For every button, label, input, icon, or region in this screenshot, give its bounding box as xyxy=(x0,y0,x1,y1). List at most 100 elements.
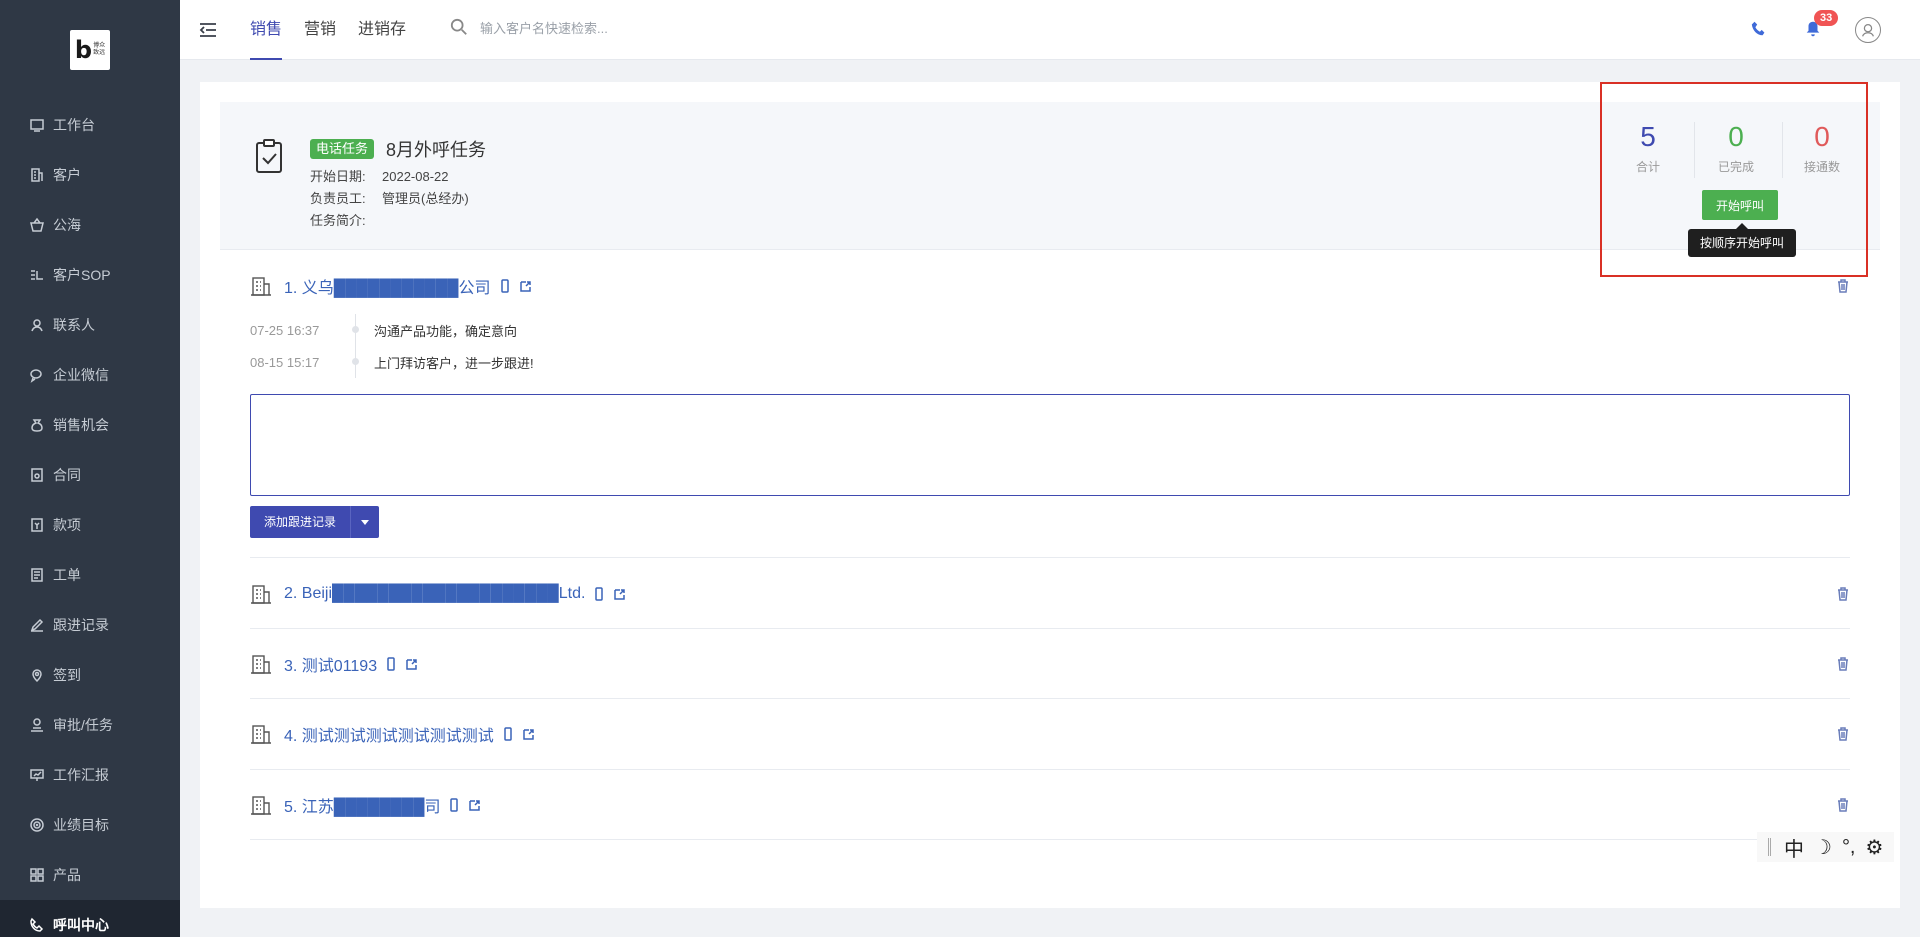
sidebar-item-0[interactable]: 工作台 xyxy=(0,100,180,150)
trash-icon[interactable] xyxy=(1836,727,1850,741)
sidebar-item-7[interactable]: 合同 xyxy=(0,450,180,500)
start-date-label: 开始日期: xyxy=(310,169,366,184)
tab-sales[interactable]: 销售 xyxy=(250,0,283,60)
notification-badge: 33 xyxy=(1814,10,1839,26)
sidebar-item-label: 呼叫中心 xyxy=(53,917,109,933)
task-meta: 开始日期: 2022-08-22 负责员工: 管理员(总经办) 任务简介: xyxy=(310,166,469,232)
followup-timeline: 07-25 16:37 沟通产品功能，确定意向 08-15 15:17 上门拜访… xyxy=(250,314,534,378)
sidebar-item-2[interactable]: 公海 xyxy=(0,200,180,250)
mobile-icon[interactable] xyxy=(448,798,460,812)
avatar[interactable] xyxy=(1855,17,1881,43)
stat-divider xyxy=(1694,122,1695,178)
customer-name[interactable]: 1. 义乌███████████公司 xyxy=(284,274,491,298)
start-call-button[interactable]: 开始呼叫 xyxy=(1702,190,1778,220)
customer-name[interactable]: 2. Beiji████████████████████Ltd. xyxy=(284,585,585,603)
followup-text: 沟通产品功能，确定意向 xyxy=(374,323,518,339)
followup-item: 07-25 16:37 沟通产品功能，确定意向 xyxy=(250,314,534,346)
sidebar-item-15[interactable]: 产品 xyxy=(0,850,180,900)
trash-icon[interactable] xyxy=(1836,798,1850,812)
add-followup-dropdown-button[interactable] xyxy=(351,506,380,538)
approval-icon xyxy=(28,716,46,734)
intro-label: 任务简介: xyxy=(310,213,366,228)
sidebar-item-label: 款项 xyxy=(53,517,81,533)
customer-item: 1. 义乌███████████公司 xyxy=(250,266,1850,306)
sidebar-item-label: 工作汇报 xyxy=(53,767,109,783)
building-icon xyxy=(250,583,272,605)
moon-icon[interactable]: ☽ xyxy=(1814,835,1832,860)
main-panel: 电话任务 8月外呼任务 开始日期: 2022-08-22 负责员工: 管理员(总经办… xyxy=(200,82,1900,908)
followup-item: 08-15 15:17 上门拜访客户，进一步跟进! xyxy=(250,346,534,378)
topbar: 销售 营销 进销存 33 xyxy=(180,0,1920,60)
logo[interactable]: b 博众 致远 xyxy=(70,30,110,70)
search-icon[interactable] xyxy=(450,18,468,39)
tab-marketing[interactable]: 营销 xyxy=(304,0,336,60)
timeline-dot xyxy=(350,314,370,346)
ime-grip[interactable] xyxy=(1768,838,1771,856)
trash-icon[interactable] xyxy=(1836,657,1850,671)
sidebar-item-label: 跟进记录 xyxy=(53,617,109,633)
grid-icon xyxy=(28,866,46,884)
sidebar-item-label: 审批/任务 xyxy=(53,717,113,733)
sidebar-item-8[interactable]: 款项 xyxy=(0,500,180,550)
mobile-icon[interactable] xyxy=(502,727,514,741)
contact-icon xyxy=(28,316,46,334)
customer-name[interactable]: 5. 江苏████████司 xyxy=(284,793,440,817)
add-followup-button[interactable]: 添加跟进记录 xyxy=(250,506,352,538)
call-center-icon xyxy=(28,916,46,934)
logo-text-1: 博众 xyxy=(93,43,106,49)
sidebar-item-14[interactable]: 业绩目标 xyxy=(0,800,180,850)
open-link-icon[interactable] xyxy=(405,657,417,671)
open-link-icon[interactable] xyxy=(613,587,626,601)
sidebar-item-label: 签到 xyxy=(53,667,81,683)
customer-name[interactable]: 3. 测试01193 xyxy=(284,652,377,676)
followup-note-input[interactable] xyxy=(251,395,1849,495)
sidebar-item-1[interactable]: 客户 xyxy=(0,150,180,200)
sidebar-item-label: 工单 xyxy=(53,567,81,583)
customer-item: 5. 江苏████████司 xyxy=(250,785,1850,825)
gear-icon[interactable]: ⚙ xyxy=(1866,835,1884,860)
stats-highlight-box: 5 合计 0 已完成 0 接通数 开始呼叫 按顺序开始呼叫 xyxy=(1600,82,1868,277)
sidebar-item-12[interactable]: 审批/任务 xyxy=(0,700,180,750)
stat-total-label: 合计 xyxy=(1635,160,1660,174)
clipboard-check-icon xyxy=(254,138,284,174)
sidebar-item-5[interactable]: 企业微信 xyxy=(0,350,180,400)
divider xyxy=(250,769,1850,770)
customer-name[interactable]: 4. 测试测试测试测试测试测试 xyxy=(284,722,494,746)
sidebar-item-9[interactable]: 工单 xyxy=(0,550,180,600)
open-link-icon[interactable] xyxy=(468,798,481,812)
sidebar-item-3[interactable]: 客户SOP xyxy=(0,250,180,300)
task-header: 电话任务 8月外呼任务 开始日期: 2022-08-22 负责员工: 管理员(总经办… xyxy=(220,82,1880,277)
mobile-icon[interactable] xyxy=(385,657,397,671)
sidebar-item-label: 公海 xyxy=(53,217,81,233)
open-link-icon[interactable] xyxy=(522,727,534,741)
menu-collapse-icon[interactable] xyxy=(198,20,218,40)
sidebar-item-10[interactable]: 跟进记录 xyxy=(0,600,180,650)
sidebar-item-4[interactable]: 联系人 xyxy=(0,300,180,350)
trash-icon[interactable] xyxy=(1836,279,1850,293)
ime-punctuation[interactable]: °, xyxy=(1842,836,1856,859)
phone-icon[interactable] xyxy=(1750,20,1770,40)
sidebar-item-13[interactable]: 工作汇报 xyxy=(0,750,180,800)
tab-inventory[interactable]: 进销存 xyxy=(358,0,406,60)
stat-connected: 0 接通数 xyxy=(1782,120,1862,175)
trash-icon[interactable] xyxy=(1836,587,1850,601)
mobile-icon[interactable] xyxy=(593,587,605,601)
moneybag-icon xyxy=(28,416,46,434)
open-link-icon[interactable] xyxy=(519,279,531,293)
sidebar-item-label: 销售机会 xyxy=(53,417,109,433)
search-input[interactable] xyxy=(480,21,720,36)
target-icon xyxy=(28,816,46,834)
sidebar-item-label: 客户 xyxy=(53,167,81,183)
desktop-icon xyxy=(28,116,46,134)
ime-mode[interactable]: 中 xyxy=(1784,833,1804,862)
search-box xyxy=(450,18,720,39)
followup-time: 07-25 16:37 xyxy=(250,322,320,338)
sidebar-item-6[interactable]: 销售机会 xyxy=(0,400,180,450)
start-call-tooltip: 按顺序开始呼叫 xyxy=(1688,223,1796,257)
stat-done-label: 已完成 xyxy=(1717,160,1754,174)
sidebar-item-11[interactable]: 签到 xyxy=(0,650,180,700)
sop-icon xyxy=(28,266,46,284)
mobile-icon[interactable] xyxy=(499,279,511,293)
sidebar-item-16[interactable]: 呼叫中心 xyxy=(0,900,180,937)
building-icon xyxy=(250,723,272,745)
